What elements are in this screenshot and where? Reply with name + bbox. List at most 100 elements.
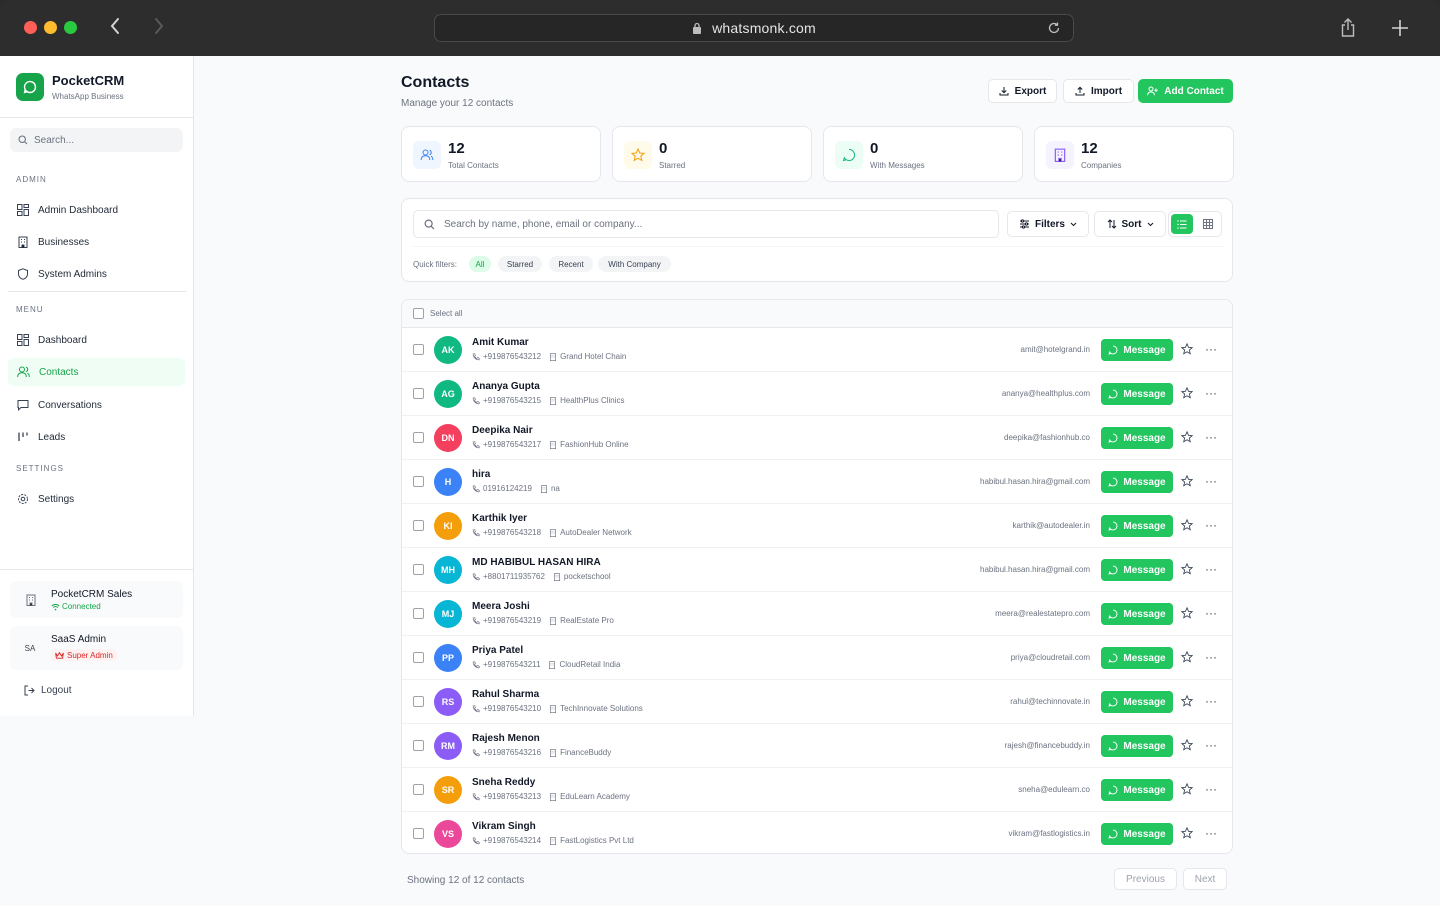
row-checkbox[interactable] bbox=[413, 432, 424, 443]
chip-with-company[interactable]: With Company bbox=[598, 256, 671, 272]
message-button[interactable]: Message bbox=[1101, 471, 1173, 493]
star-icon[interactable] bbox=[1181, 431, 1193, 443]
more-options-icon[interactable]: ··· bbox=[1205, 607, 1217, 619]
message-button[interactable]: Message bbox=[1101, 647, 1173, 669]
more-options-icon[interactable]: ··· bbox=[1205, 431, 1217, 443]
star-icon[interactable] bbox=[1181, 563, 1193, 575]
row-checkbox[interactable] bbox=[413, 740, 424, 751]
sidebar-item-leads[interactable]: Leads bbox=[8, 423, 185, 451]
message-button[interactable]: Message bbox=[1101, 427, 1173, 449]
filters-button[interactable]: Filters bbox=[1007, 211, 1089, 237]
more-options-icon[interactable]: ··· bbox=[1205, 519, 1217, 531]
contact-row[interactable]: RS Rahul Sharma +919876543210 TechInnova… bbox=[402, 680, 1232, 724]
sidebar-item-conversations[interactable]: Conversations bbox=[8, 391, 185, 419]
row-checkbox[interactable] bbox=[413, 828, 424, 839]
chip-all[interactable]: All bbox=[469, 256, 491, 272]
contact-phone: +919876543219 bbox=[483, 616, 542, 625]
previous-page-button[interactable]: Previous bbox=[1114, 868, 1177, 890]
contact-row[interactable]: RM Rajesh Menon +919876543216 FinanceBud… bbox=[402, 724, 1232, 768]
star-icon[interactable] bbox=[1181, 387, 1193, 399]
sidebar-item-businesses[interactable]: Businesses bbox=[8, 228, 185, 256]
message-button[interactable]: Message bbox=[1101, 603, 1173, 625]
star-icon[interactable] bbox=[1181, 607, 1193, 619]
more-options-icon[interactable]: ··· bbox=[1205, 739, 1217, 751]
new-tab-icon[interactable] bbox=[1390, 18, 1410, 38]
chip-recent[interactable]: Recent bbox=[549, 256, 593, 272]
more-options-icon[interactable]: ··· bbox=[1205, 827, 1217, 839]
stat-value: 0 bbox=[870, 140, 879, 157]
row-checkbox[interactable] bbox=[413, 520, 424, 531]
back-icon[interactable] bbox=[108, 16, 122, 36]
import-button[interactable]: Import bbox=[1063, 79, 1134, 103]
contact-row[interactable]: SR Sneha Reddy +919876543213 EduLearn Ac… bbox=[402, 768, 1232, 812]
sort-button[interactable]: Sort bbox=[1094, 211, 1166, 237]
user-card[interactable]: SA SaaS Admin Super Admin bbox=[10, 626, 183, 670]
message-button[interactable]: Message bbox=[1101, 339, 1173, 361]
address-bar[interactable]: whatsmonk.com bbox=[434, 14, 1074, 42]
message-button[interactable]: Message bbox=[1101, 823, 1173, 845]
message-button[interactable]: Message bbox=[1101, 559, 1173, 581]
close-window-button[interactable] bbox=[24, 21, 37, 34]
more-options-icon[interactable]: ··· bbox=[1205, 387, 1217, 399]
share-icon[interactable] bbox=[1339, 18, 1357, 38]
contact-search-input[interactable]: Search by name, phone, email or company.… bbox=[413, 210, 999, 238]
contact-row[interactable]: MH MD HABIBUL HASAN HIRA +8801711935762 … bbox=[402, 548, 1232, 592]
message-button[interactable]: Message bbox=[1101, 691, 1173, 713]
sidebar-search-input[interactable]: Search... bbox=[10, 128, 183, 152]
list-view-button[interactable] bbox=[1171, 214, 1193, 234]
message-button[interactable]: Message bbox=[1101, 515, 1173, 537]
contact-row[interactable]: PP Priya Patel +919876543211 CloudRetail… bbox=[402, 636, 1232, 680]
message-button[interactable]: Message bbox=[1101, 383, 1173, 405]
contact-row[interactable]: VS Vikram Singh +919876543214 FastLogist… bbox=[402, 812, 1232, 853]
row-checkbox[interactable] bbox=[413, 564, 424, 575]
chip-starred[interactable]: Starred bbox=[498, 256, 542, 272]
reload-icon[interactable] bbox=[1047, 21, 1061, 35]
contact-row[interactable]: AK Amit Kumar +919876543212 Grand Hotel … bbox=[402, 328, 1232, 372]
export-button[interactable]: Export bbox=[988, 79, 1057, 103]
star-icon[interactable] bbox=[1181, 519, 1193, 531]
minimize-window-button[interactable] bbox=[44, 21, 57, 34]
row-checkbox[interactable] bbox=[413, 388, 424, 399]
more-options-icon[interactable]: ··· bbox=[1205, 651, 1217, 663]
contact-row[interactable]: H hira 01916124219 na habibul.hasan.hira… bbox=[402, 460, 1232, 504]
sidebar-item-admin-dashboard[interactable]: Admin Dashboard bbox=[8, 196, 185, 224]
business-card[interactable]: PocketCRM Sales Connected bbox=[10, 581, 183, 618]
sidebar-item-settings[interactable]: Settings bbox=[8, 485, 185, 513]
star-icon[interactable] bbox=[1181, 783, 1193, 795]
contact-phone: +919876543212 bbox=[483, 352, 542, 361]
row-checkbox[interactable] bbox=[413, 476, 424, 487]
message-button[interactable]: Message bbox=[1101, 735, 1173, 757]
star-icon[interactable] bbox=[1181, 695, 1193, 707]
more-options-icon[interactable]: ··· bbox=[1205, 695, 1217, 707]
row-checkbox[interactable] bbox=[413, 652, 424, 663]
sidebar-item-system-admins[interactable]: System Admins bbox=[8, 260, 185, 288]
star-icon[interactable] bbox=[1181, 739, 1193, 751]
sidebar-item-dashboard[interactable]: Dashboard bbox=[8, 326, 185, 354]
star-icon[interactable] bbox=[1181, 343, 1193, 355]
logout-button[interactable]: Logout bbox=[24, 685, 72, 696]
star-icon[interactable] bbox=[1181, 827, 1193, 839]
contact-row[interactable]: AG Ananya Gupta +919876543215 HealthPlus… bbox=[402, 372, 1232, 416]
grid-view-button[interactable] bbox=[1197, 214, 1219, 234]
star-icon[interactable] bbox=[1181, 651, 1193, 663]
avatar: VS bbox=[434, 820, 462, 848]
contact-row[interactable]: DN Deepika Nair +919876543217 FashionHub… bbox=[402, 416, 1232, 460]
more-options-icon[interactable]: ··· bbox=[1205, 563, 1217, 575]
forward-icon[interactable] bbox=[152, 16, 166, 36]
more-options-icon[interactable]: ··· bbox=[1205, 475, 1217, 487]
select-all-checkbox[interactable] bbox=[413, 308, 424, 319]
contact-row[interactable]: KI Karthik Iyer +919876543218 AutoDealer… bbox=[402, 504, 1232, 548]
row-checkbox[interactable] bbox=[413, 608, 424, 619]
star-icon[interactable] bbox=[1181, 475, 1193, 487]
next-page-button[interactable]: Next bbox=[1183, 868, 1227, 890]
row-checkbox[interactable] bbox=[413, 696, 424, 707]
sidebar-item-contacts[interactable]: Contacts bbox=[8, 358, 185, 386]
add-contact-button[interactable]: Add Contact bbox=[1138, 79, 1233, 103]
row-checkbox[interactable] bbox=[413, 784, 424, 795]
message-button[interactable]: Message bbox=[1101, 779, 1173, 801]
contact-row[interactable]: MJ Meera Joshi +919876543219 RealEstate … bbox=[402, 592, 1232, 636]
maximize-window-button[interactable] bbox=[64, 21, 77, 34]
more-options-icon[interactable]: ··· bbox=[1205, 783, 1217, 795]
more-options-icon[interactable]: ··· bbox=[1205, 343, 1217, 355]
row-checkbox[interactable] bbox=[413, 344, 424, 355]
